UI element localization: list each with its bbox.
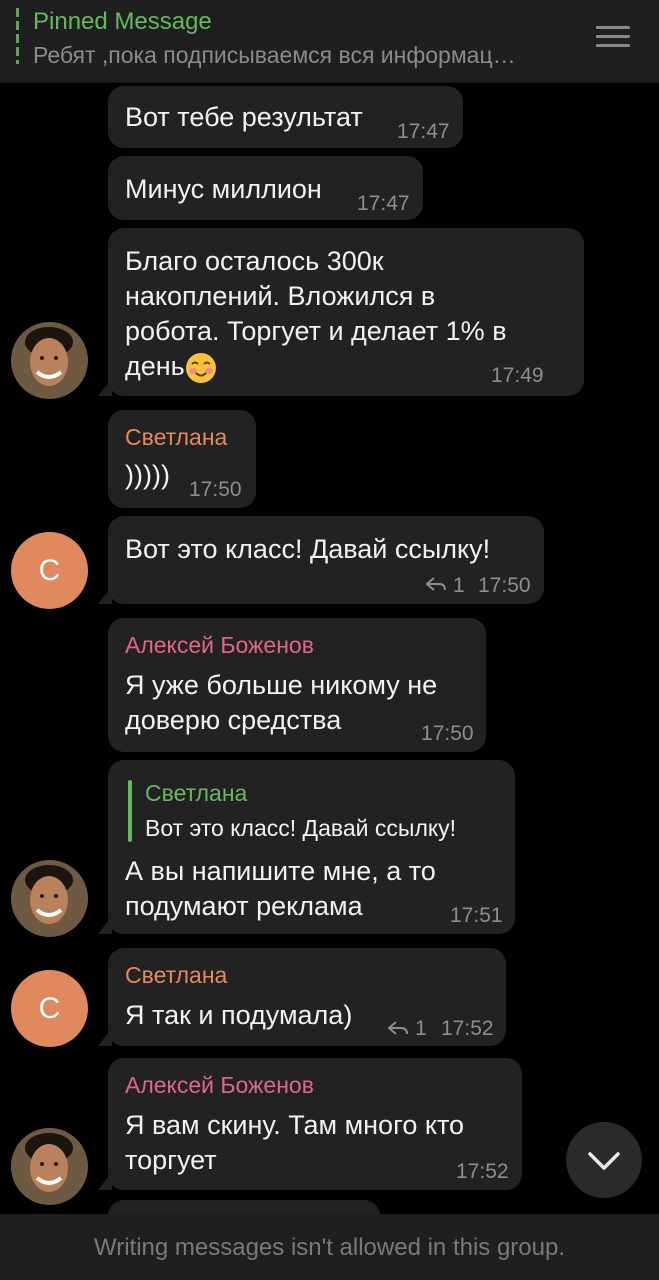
chevron-down-icon [588, 1152, 620, 1170]
message-text-line: Я уже больше никому не [125, 670, 438, 700]
message-list[interactable]: Вот тебе результат 17:47 Минус миллион 1… [0, 82, 659, 1214]
avatar[interactable] [11, 1128, 88, 1205]
message-bubble[interactable]: Вот это класс! Давай ссылку! 1 17:50 [98, 516, 544, 604]
writing-disabled-notice: Writing messages isn't allowed in this g… [93, 1234, 566, 1261]
message-bubble[interactable]: Вот тебе результат 17:47 [108, 86, 463, 148]
message-time: 17:52 [441, 1017, 494, 1040]
avatar[interactable]: С [11, 532, 88, 609]
reply-icon [425, 577, 446, 591]
sender-name[interactable]: Алексей Боженов [125, 632, 314, 659]
smiling-face-emoji [185, 352, 216, 383]
avatar-letter: С [38, 553, 61, 587]
quote-bar [128, 780, 132, 842]
message-time: 17:50 [478, 574, 531, 597]
message-bubble[interactable]: Светлана Вот это класс! Давай ссылку! А … [98, 760, 515, 934]
message-text-line: день [125, 351, 185, 381]
avatar[interactable] [11, 860, 88, 937]
message-bubble[interactable] [108, 1200, 380, 1214]
message-text-line: подумают реклама [125, 891, 363, 921]
message-text-line: доверю средства [125, 705, 342, 735]
message-bubble[interactable]: Алексей Боженов Я вам скину. Там много к… [98, 1058, 522, 1190]
avatar[interactable] [11, 322, 88, 399]
reply-count[interactable]: 1 [453, 574, 465, 598]
sender-name[interactable]: Светлана [125, 424, 227, 451]
message-bubble[interactable]: Благо осталось 300к накоплений. Вложился… [98, 228, 584, 396]
message-text: Минус миллион [125, 174, 322, 204]
message-text-line: накоплений. Вложился в [125, 281, 436, 311]
message-text: ))))) [125, 460, 170, 490]
pinned-title: Pinned Message [33, 8, 212, 35]
pinned-text: Ребят ,пока подписываемся вся информац… [33, 42, 516, 68]
message-time: 17:51 [450, 904, 503, 927]
message-time: 17:50 [421, 722, 474, 745]
message-bubble[interactable]: Алексей Боженов Я уже больше никому не д… [108, 618, 486, 752]
pinned-indicator [16, 8, 19, 64]
message-time: 17:50 [189, 478, 242, 501]
input-disabled-bar: Writing messages isn't allowed in this g… [0, 1214, 659, 1280]
message-text-line: А вы напишите мне, а то [125, 856, 436, 886]
message-text-line: торгует [125, 1145, 217, 1175]
pinned-message-bar[interactable]: Pinned Message Ребят ,пока подписываемся… [0, 0, 659, 83]
quote-text[interactable]: Вот это класс! Давай ссылку! [145, 815, 456, 842]
message-time: 17:52 [456, 1160, 509, 1183]
message-text: Вот тебе результат [125, 102, 363, 132]
reply-icon [387, 1021, 408, 1035]
message-time: 17:47 [357, 192, 410, 215]
message-bubble[interactable]: Светлана ))))) 17:50 [108, 410, 256, 508]
message-bubble[interactable]: Минус миллион 17:47 [108, 156, 423, 220]
message-text-line: робота. Торгует и делает 1% в [125, 316, 507, 346]
message-time: 17:47 [397, 120, 450, 143]
message-text: Я так и подумала) [125, 1000, 353, 1030]
reply-count[interactable]: 1 [415, 1017, 427, 1041]
sender-name[interactable]: Алексей Боженов [125, 1072, 314, 1099]
avatar-letter: С [38, 991, 61, 1025]
message-bubble[interactable]: Светлана Я так и подумала) 1 17:52 [98, 948, 506, 1046]
sender-name[interactable]: Светлана [125, 962, 227, 989]
quote-sender[interactable]: Светлана [145, 780, 247, 807]
message-text: Вот это класс! Давай ссылку! [125, 534, 491, 564]
message-text-line: Я вам скину. Там много кто [125, 1110, 465, 1140]
message-time: 17:49 [491, 364, 544, 387]
scroll-down-button[interactable] [566, 1122, 642, 1198]
menu-icon[interactable] [596, 26, 630, 50]
message-text-line: Благо осталось 300к [125, 246, 384, 276]
avatar[interactable]: С [11, 970, 88, 1047]
